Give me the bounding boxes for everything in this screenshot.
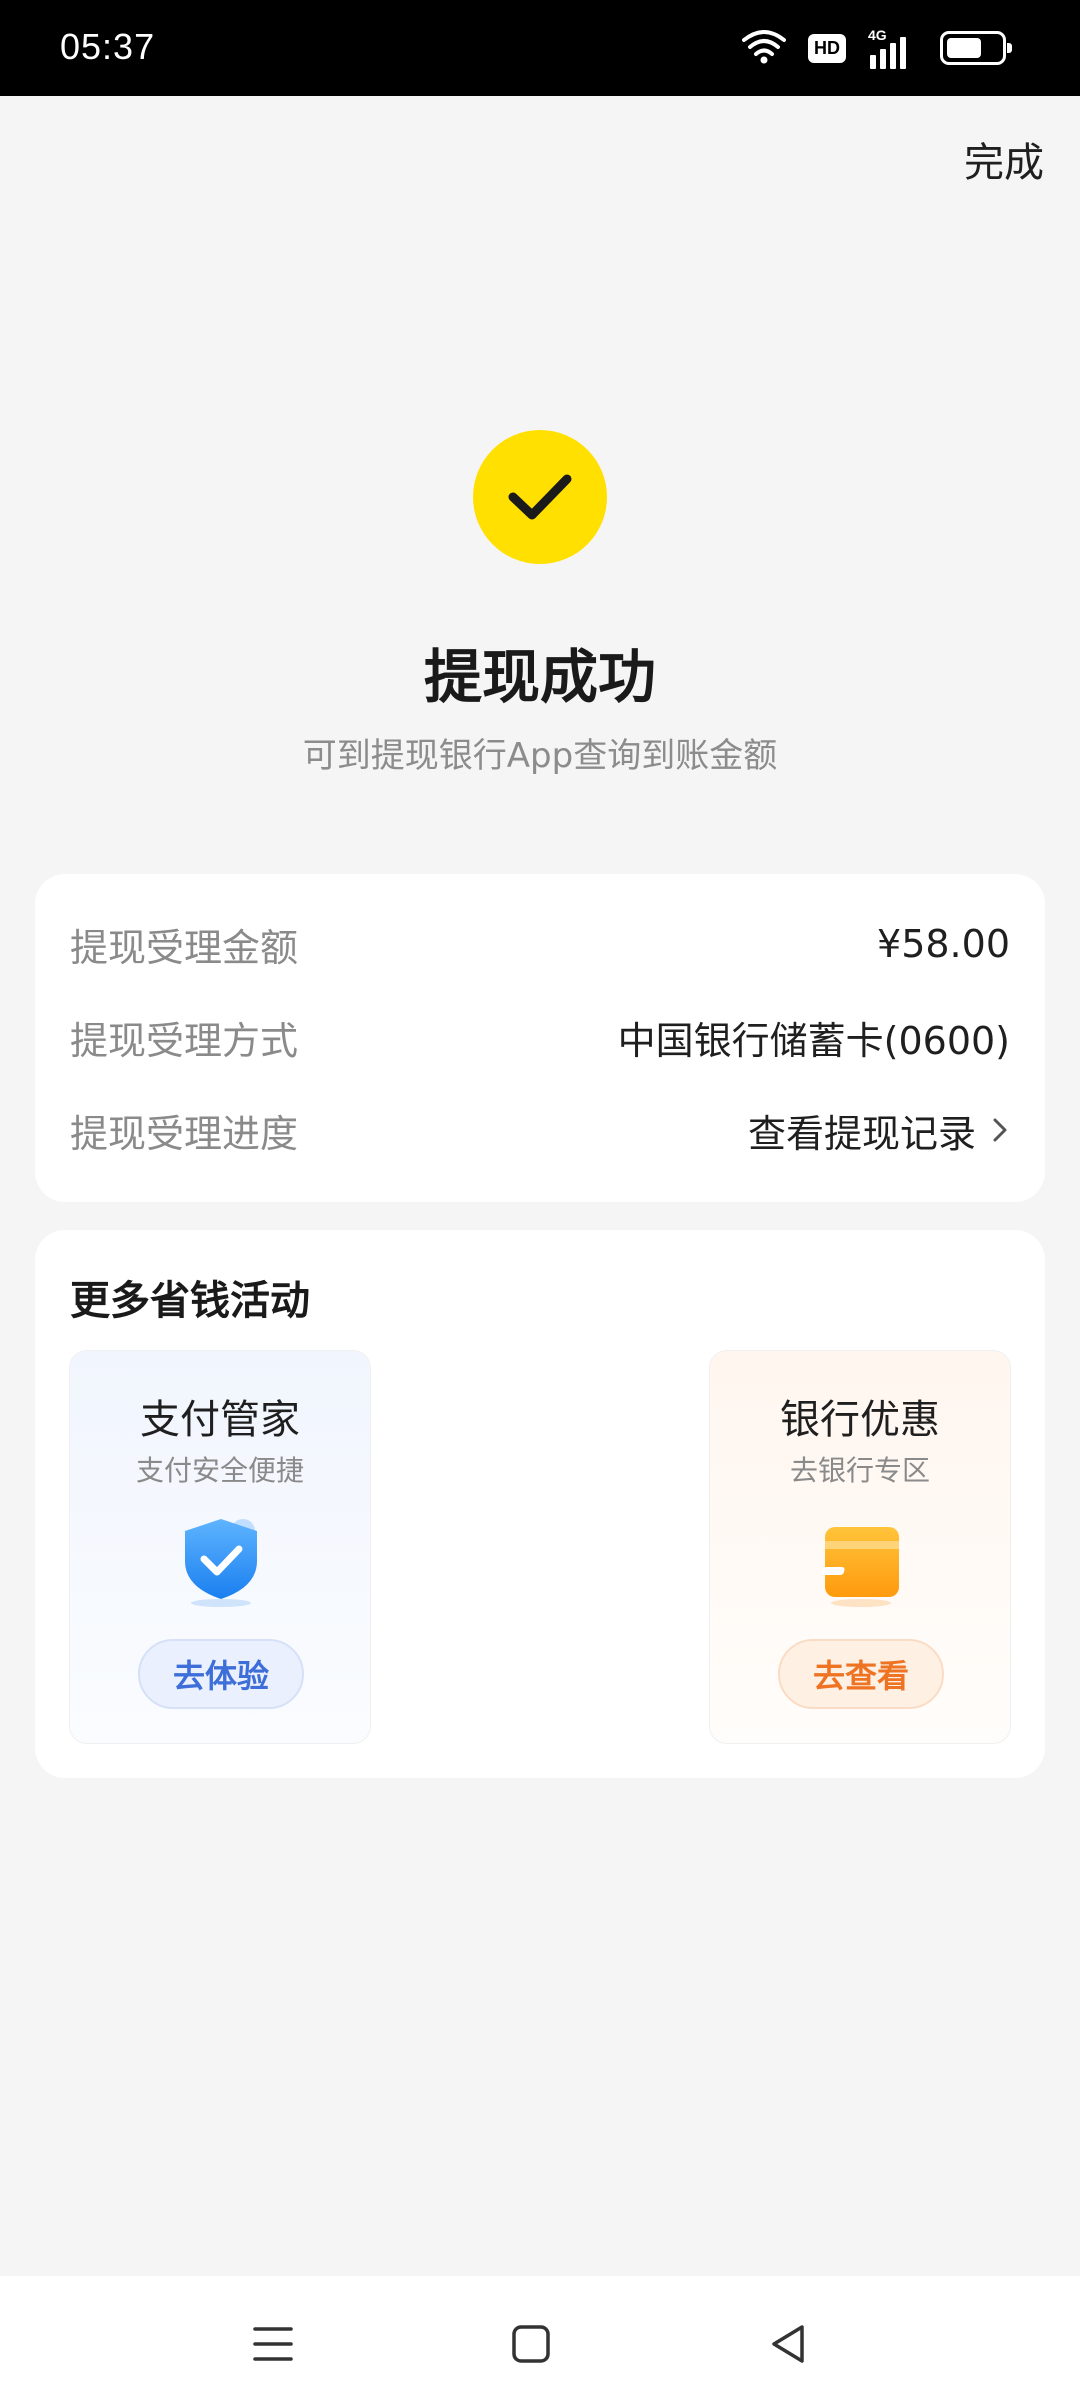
promotions-card: 更多省钱活动 支付管家 支付安全便捷 去体验 银行优惠 去银行专区 去查看 [35, 1230, 1045, 1778]
battery-icon [940, 31, 1012, 65]
status-icons: HD 4G [742, 24, 1012, 72]
method-value: 中国银行储蓄卡(0600) [617, 1018, 1010, 1063]
progress-row[interactable]: 提现受理进度 查看提现记录 [70, 1100, 1010, 1160]
amount-value: ¥58.00 [877, 922, 1010, 966]
try-payment-manager-button[interactable]: 去体验 [138, 1639, 304, 1709]
view-records-link[interactable]: 查看提现记录 [748, 1103, 1010, 1158]
promotions-title: 更多省钱活动 [70, 1278, 310, 1324]
tile-desc: 支付安全便捷 [135, 1454, 304, 1487]
shield-check-icon [171, 1511, 271, 1611]
wifi-icon [742, 28, 786, 68]
success-subtitle: 可到提现银行App查询到账金额 [302, 736, 778, 776]
tile-name: 支付管家 [140, 1397, 300, 1443]
chevron-right-icon [993, 1118, 1007, 1142]
home-icon[interactable] [501, 2314, 561, 2374]
bank-offers-tile[interactable]: 银行优惠 去银行专区 去查看 [709, 1350, 1011, 1744]
status-time: 05:37 [60, 26, 156, 67]
view-bank-offers-button[interactable]: 去查看 [778, 1639, 944, 1709]
success-title: 提现成功 [423, 643, 656, 711]
payment-manager-tile[interactable]: 支付管家 支付安全便捷 去体验 [69, 1350, 371, 1744]
done-button[interactable]: 完成 [964, 130, 1044, 188]
progress-label: 提现受理进度 [70, 1111, 299, 1156]
status-bar: 05:37 HD 4G [0, 0, 1080, 96]
tile-name: 银行优惠 [780, 1397, 940, 1443]
withdrawal-success-page: 05:37 HD 4G 完成 提现成功 可到提现银行App查询到账金额 提现受理… [0, 0, 1080, 2408]
amount-row: 提现受理金额 ¥58.00 [70, 914, 1010, 974]
bank-card-icon [811, 1511, 911, 1611]
method-row: 提现受理方式 中国银行储蓄卡(0600) [70, 1007, 1010, 1067]
withdrawal-detail-card: 提现受理金额 ¥58.00 提现受理方式 中国银行储蓄卡(0600) 提现受理进… [35, 874, 1045, 1202]
amount-label: 提现受理金额 [70, 925, 299, 970]
method-label: 提现受理方式 [70, 1018, 299, 1063]
check-icon [473, 430, 607, 564]
back-icon[interactable] [758, 2314, 818, 2374]
hd-icon: HD [808, 33, 846, 63]
system-nav-bar [0, 2276, 1080, 2408]
menu-icon[interactable] [243, 2314, 303, 2374]
tile-desc: 去银行专区 [789, 1454, 930, 1487]
signal-4g-icon: 4G [868, 27, 918, 69]
